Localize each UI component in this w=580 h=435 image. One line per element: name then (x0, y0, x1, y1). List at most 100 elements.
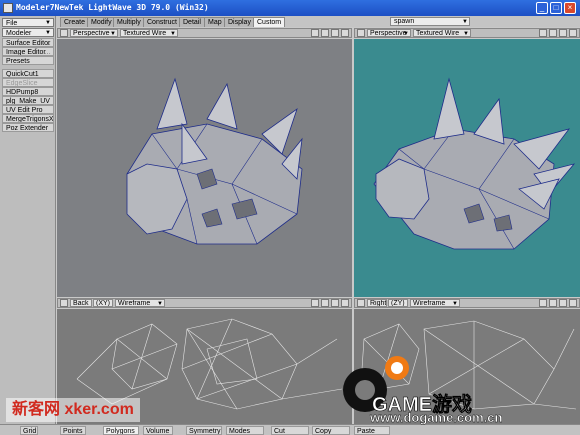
render-mode-label: Textured Wire (416, 30, 460, 37)
sidebar-item-label: plg_Make_UV_ (6, 98, 54, 105)
view-type-label: Perspective (73, 30, 110, 37)
axes-value: (XY) (96, 300, 110, 307)
chevron-down-icon: ▼ (452, 301, 458, 307)
sidebar-item-edgeslice[interactable]: EdgeSlice (2, 78, 54, 87)
view-type-dropdown[interactable]: Right (367, 299, 387, 307)
menu-tab-bar: Create Modify Multiply Construct Detail … (0, 16, 580, 27)
rotate-view-icon[interactable] (549, 29, 557, 37)
viewport-top-right[interactable] (354, 39, 580, 297)
symmetry-toggle[interactable]: Symmetry (186, 426, 222, 435)
spawn-dropdown[interactable]: spawn ▼ (390, 17, 470, 26)
viewport-top-right-header: Perspective ▼ Textured Wire ▼ (354, 28, 580, 38)
render-mode-dropdown[interactable]: Textured Wire ▼ (413, 29, 471, 37)
maximize-view-icon[interactable] (341, 299, 349, 307)
axes-label: (ZY) (388, 299, 408, 307)
render-mode-dropdown[interactable]: Textured Wire ▼ (120, 29, 178, 37)
rotate-view-icon[interactable] (549, 299, 557, 307)
viewport-top-left[interactable] (57, 39, 352, 297)
sidebar-item-merge-trigons[interactable]: MergeTrigonsX (2, 114, 54, 123)
tab-create[interactable]: Create (60, 17, 90, 27)
title-bar: Modeler7NewTek LightWave 3D 79.0 (Win32)… (0, 0, 580, 16)
volume-mode-button[interactable]: Volume (143, 426, 173, 435)
tab-map[interactable]: Map (204, 17, 226, 27)
zoom-view-icon[interactable] (331, 29, 339, 37)
zoom-view-icon[interactable] (559, 29, 567, 37)
tab-display[interactable]: Display (224, 17, 255, 27)
view-type-label: Right (370, 300, 387, 307)
tab-construct[interactable]: Construct (143, 17, 181, 27)
sidebar-item-label: HDPump8 (6, 89, 39, 96)
sidebar-item-label: MergeTrigonsX (6, 116, 54, 123)
maximize-view-icon[interactable] (341, 29, 349, 37)
cut-button[interactable]: Cut (271, 426, 309, 435)
sidebar-item-uv-edit-pro[interactable]: UV Edit Pro (2, 105, 54, 114)
move-view-icon[interactable] (539, 29, 547, 37)
model-perspective-right (373, 77, 576, 250)
render-mode-label: Wireframe (413, 300, 446, 307)
tab-custom[interactable]: Custom (253, 17, 286, 27)
model-perspective-left (126, 77, 303, 245)
spawn-value: spawn (394, 18, 415, 25)
tab-detail[interactable]: Detail (179, 17, 205, 27)
move-view-icon[interactable] (311, 299, 319, 307)
move-view-icon[interactable] (539, 299, 547, 307)
rotate-view-icon[interactable] (321, 299, 329, 307)
paste-button[interactable]: Paste (354, 426, 390, 435)
maximize-view-icon[interactable] (569, 299, 577, 307)
window-title: Modeler7NewTek LightWave 3D 79.0 (Win32) (16, 3, 209, 12)
view-type-dropdown[interactable]: Perspective ▼ (367, 29, 411, 37)
sidebar-item-poz-extender[interactable]: Poz Extender (2, 123, 54, 132)
chevron-down-icon: ▼ (45, 30, 51, 36)
render-mode-dropdown[interactable]: Wireframe ▼ (410, 299, 460, 307)
copy-button[interactable]: Copy (312, 426, 350, 435)
viewport-bottom-right-header: Right (ZY) Wireframe ▼ (354, 298, 580, 308)
sidebar-item-surface-editor[interactable]: Surface Editor … (2, 38, 54, 47)
sidebar-item-quickcut[interactable]: QuickCut1 (2, 69, 54, 78)
chevron-down-icon: ▼ (463, 31, 469, 37)
app-icon (3, 3, 13, 13)
axes-value: (ZY) (391, 300, 405, 307)
maximize-button[interactable]: □ (550, 2, 562, 14)
zoom-view-icon[interactable] (559, 299, 567, 307)
chevron-down-icon: ▼ (462, 19, 468, 25)
render-mode-label: Textured Wire (123, 30, 167, 37)
sidebar-item-image-editor[interactable]: Image Editor … (2, 47, 54, 56)
viewport-maximize-button[interactable] (60, 29, 68, 37)
viewport-maximize-button[interactable] (60, 299, 68, 307)
watermark-xker: 新客网 xker.com (6, 398, 140, 422)
zoom-view-icon[interactable] (331, 299, 339, 307)
viewport-maximize-button[interactable] (357, 299, 365, 307)
polygons-mode-button[interactable]: Polygons (103, 426, 139, 435)
chevron-down-icon: ▼ (45, 20, 51, 26)
tab-multiply[interactable]: Multiply (113, 17, 145, 27)
ellipsis-icon: … (44, 49, 51, 56)
rotate-view-icon[interactable] (321, 29, 329, 37)
ellipsis-icon: … (44, 40, 51, 47)
viewport-maximize-button[interactable] (357, 29, 365, 37)
close-button[interactable]: × (564, 2, 576, 14)
sidebar-item-hdpump[interactable]: HDPump8 (2, 87, 54, 96)
maximize-view-icon[interactable] (569, 29, 577, 37)
view-type-label: Perspective (370, 30, 407, 37)
file-menu[interactable]: File ▼ (2, 18, 54, 27)
render-mode-dropdown[interactable]: Wireframe ▼ (115, 299, 165, 307)
chevron-down-icon: ▼ (157, 301, 163, 307)
bottom-toolbar: Grid Points Polygons Volume Symmetry Mod… (0, 424, 580, 435)
points-mode-button[interactable]: Points (60, 426, 86, 435)
modeler-menu-label: Modeler (6, 30, 32, 37)
sidebar-item-presets[interactable]: Presets (2, 56, 54, 65)
view-type-dropdown[interactable]: Perspective ▼ (70, 29, 118, 37)
watermark-url: www.dogame.com.cn (370, 410, 503, 425)
modes-dropdown[interactable]: Modes (226, 426, 264, 435)
view-type-dropdown[interactable]: Back (70, 299, 92, 307)
view-type-label: Back (73, 300, 89, 307)
chevron-down-icon: ▼ (110, 31, 116, 37)
modeler-menu[interactable]: Modeler ▼ (2, 28, 54, 37)
viewport-top-left-header: Perspective ▼ Textured Wire ▼ (57, 28, 352, 38)
sidebar-item-label: UV Edit Pro (6, 107, 43, 114)
minimize-button[interactable]: _ (536, 2, 548, 14)
tab-modify[interactable]: Modify (87, 17, 116, 27)
move-view-icon[interactable] (311, 29, 319, 37)
chevron-down-icon: ▼ (170, 31, 176, 37)
sidebar-item-make-uv[interactable]: plg_Make_UV_ (2, 96, 54, 105)
